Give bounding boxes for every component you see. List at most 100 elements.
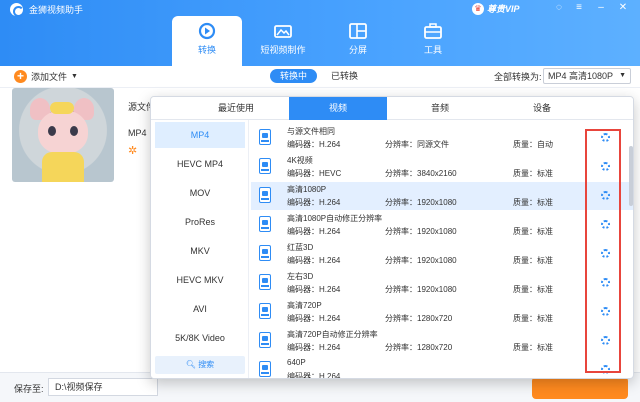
app-title: 金狮视频助手 <box>29 4 84 15</box>
list-scrollbar[interactable] <box>629 146 633 206</box>
short-video-icon <box>274 25 292 38</box>
nav-tab-tools-label: 工具 <box>423 45 442 55</box>
nav-tab-split-screen[interactable]: 分屏 <box>323 16 393 66</box>
chevron-down-icon[interactable]: ▼ <box>71 73 78 80</box>
format-item-mp4[interactable]: MP4 <box>155 122 245 148</box>
video-file-icon <box>259 274 271 290</box>
chevron-down-icon: ▼ <box>619 72 626 79</box>
tab-video[interactable]: 视频 <box>289 97 387 120</box>
file-format-label: MP4 <box>128 128 147 138</box>
vip-label: 尊贵VIP <box>487 4 520 14</box>
preset-name: 高清720P自动修正分辨率 <box>287 330 378 339</box>
format-popup: 最近使用 视频 音频 设备 MP4 HEVC MP4 MOV ProRes MK… <box>150 96 634 379</box>
format-item-hevc-mkv[interactable]: HEVC MKV <box>155 267 245 293</box>
preset-name: 4K视频 <box>287 156 313 165</box>
preset-codec: 编码器：H.264 <box>287 285 341 294</box>
split-screen-icon <box>349 23 367 39</box>
video-file-icon <box>259 129 271 145</box>
preset-row[interactable]: 左右3D 编码器：H.264 分辨率：1920x1080 质量：标准 <box>251 269 633 297</box>
tab-audio[interactable]: 音频 <box>395 97 485 120</box>
video-file-icon <box>259 245 271 261</box>
preset-codec: 编码器：H.264 <box>287 372 341 379</box>
format-item-avi[interactable]: AVI <box>155 296 245 322</box>
vip-crown-icon: ♛ <box>472 2 484 15</box>
preset-row[interactable]: 640P 编码器：H.264 <box>251 356 633 379</box>
video-file-icon <box>259 361 271 377</box>
preset-codec: 编码器：HEVC <box>287 169 342 178</box>
preset-resolution: 分辨率：1280x720 <box>385 314 453 323</box>
preset-codec: 编码器：H.264 <box>287 198 341 207</box>
preset-row[interactable]: 高清720P 编码器：H.264 分辨率：1280x720 质量：标准 <box>251 298 633 326</box>
tab-converting[interactable]: 转换中 <box>270 69 318 83</box>
preset-quality: 质量：标准 <box>513 285 553 294</box>
format-category-tabs: 最近使用 视频 音频 设备 <box>151 97 633 120</box>
preset-codec: 编码器：H.264 <box>287 227 341 236</box>
preset-codec: 编码器：H.264 <box>287 140 341 149</box>
status-tabs: 转换中 已转换 <box>270 69 368 83</box>
close-icon[interactable]: ✕ <box>616 2 630 13</box>
preset-codec: 编码器：H.264 <box>287 343 341 352</box>
format-item-prores[interactable]: ProRes <box>155 209 245 235</box>
video-file-icon <box>259 332 271 348</box>
preset-name: 640P <box>287 358 306 367</box>
tab-device[interactable]: 设备 <box>497 97 587 120</box>
save-to-label: 保存至: <box>14 384 44 394</box>
preset-name: 高清1080P自动修正分辨率 <box>287 214 383 223</box>
add-file-button[interactable]: + 添加文件 ▼ <box>14 70 78 83</box>
plus-icon: + <box>14 70 27 83</box>
vip-badge[interactable]: ♛ 尊贵VIP <box>472 2 520 15</box>
convert-all-label: 全部转换为: <box>494 72 542 82</box>
video-file-icon <box>259 187 271 203</box>
output-format-value: MP4 高清1080P <box>548 71 614 81</box>
preset-name: 高清720P <box>287 301 322 310</box>
preset-resolution: 分辨率：同源文件 <box>385 140 449 149</box>
preset-quality: 质量：自动 <box>513 140 553 149</box>
format-search-button[interactable]: 🔍︎ 搜索 <box>155 356 245 374</box>
nav-tab-tools[interactable]: 工具 <box>398 16 468 66</box>
preset-row[interactable]: 红蓝3D 编码器：H.264 分辨率：1920x1080 质量：标准 <box>251 240 633 268</box>
preset-resolution: 分辨率：1920x1080 <box>385 256 457 265</box>
nav-tab-short-video[interactable]: 短视频制作 <box>248 16 318 66</box>
preset-row[interactable]: 高清1080P自动修正分辨率 编码器：H.264 分辨率：1920x1080 质… <box>251 211 633 239</box>
preset-row[interactable]: 与源文件相同 编码器：H.264 分辨率：同源文件 质量：自动 <box>251 124 633 152</box>
tab-converted[interactable]: 已转换 <box>321 69 368 83</box>
chat-icon[interactable]: ◌ <box>552 2 566 13</box>
preset-resolution: 分辨率：1920x1080 <box>385 227 457 236</box>
preset-quality: 质量：标准 <box>513 227 553 236</box>
toolbar: + 添加文件 ▼ 转换中 已转换 全部转换为: MP4 高清1080P ▼ <box>0 66 640 88</box>
edit-effects-icon[interactable]: ✲ <box>128 144 137 157</box>
convert-all-button[interactable] <box>532 377 628 399</box>
save-path-field[interactable]: D:\视频保存 <box>48 378 158 396</box>
preset-resolution: 分辨率：1920x1080 <box>385 285 457 294</box>
minimize-icon[interactable]: – <box>594 2 608 13</box>
add-file-label: 添加文件 <box>31 72 68 82</box>
preset-resolution: 分辨率：1920x1080 <box>385 198 457 207</box>
preset-row-selected[interactable]: 高清1080P 编码器：H.264 分辨率：1920x1080 质量：标准 <box>251 182 633 210</box>
video-file-icon <box>259 303 271 319</box>
app-header: 金狮视频助手 ♛ 尊贵VIP ◌ ≡ – ✕ 转换 短视频制作 分屏 工具 <box>0 0 640 66</box>
format-item-mov[interactable]: MOV <box>155 180 245 206</box>
preset-name: 高清1080P <box>287 185 327 194</box>
tab-recent[interactable]: 最近使用 <box>191 97 281 120</box>
preset-quality: 质量：标准 <box>513 314 553 323</box>
nav-tab-convert[interactable]: 转换 <box>172 16 242 66</box>
video-thumbnail[interactable] <box>12 88 114 182</box>
format-item-5k8k[interactable]: 5K/8K Video <box>155 325 245 351</box>
format-sidebar: MP4 HEVC MP4 MOV ProRes MKV HEVC MKV AVI… <box>151 120 249 378</box>
preset-codec: 编码器：H.264 <box>287 314 341 323</box>
nav-tab-short-video-label: 短视频制作 <box>260 45 306 55</box>
preset-name: 红蓝3D <box>287 243 314 252</box>
app-logo-icon <box>10 2 24 17</box>
highlight-box <box>585 129 621 373</box>
preset-quality: 质量：标准 <box>513 256 553 265</box>
output-format-select[interactable]: MP4 高清1080P ▼ <box>543 68 631 84</box>
preset-resolution: 分辨率：3840x2160 <box>385 169 457 178</box>
preset-row[interactable]: 4K视频 编码器：HEVC 分辨率：3840x2160 质量：标准 <box>251 153 633 181</box>
menu-icon[interactable]: ≡ <box>572 2 586 13</box>
format-item-mkv[interactable]: MKV <box>155 238 245 264</box>
format-item-hevc-mp4[interactable]: HEVC MP4 <box>155 151 245 177</box>
preset-quality: 质量：标准 <box>513 343 553 352</box>
preset-quality: 质量：标准 <box>513 169 553 178</box>
app-title-bar: 金狮视频助手 <box>10 2 84 17</box>
preset-row[interactable]: 高清720P自动修正分辨率 编码器：H.264 分辨率：1280x720 质量：… <box>251 327 633 355</box>
